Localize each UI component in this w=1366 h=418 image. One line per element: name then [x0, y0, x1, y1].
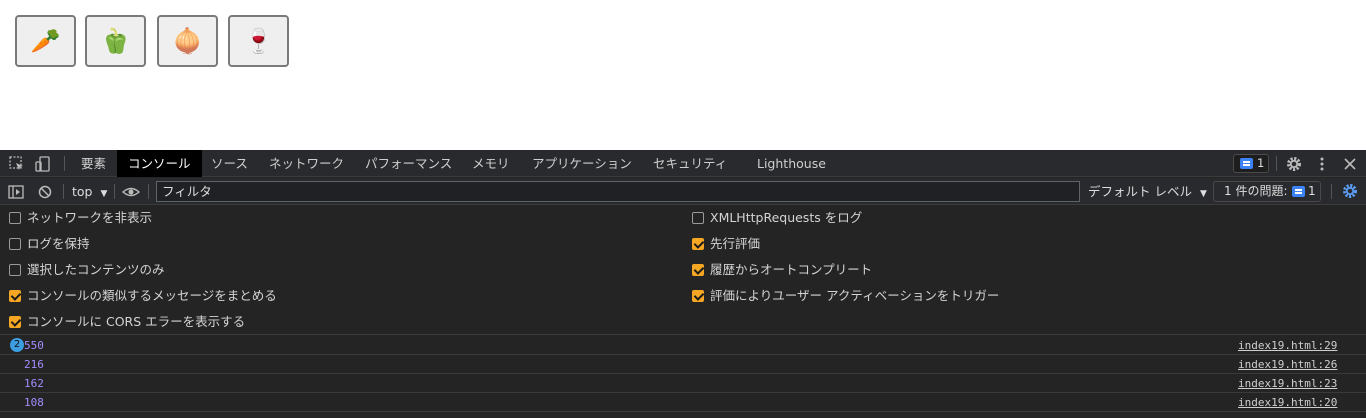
message-value: 550	[24, 339, 44, 352]
console-message: 216 index19.html:26	[0, 355, 1366, 374]
repeat-count-badge: 2	[10, 338, 24, 352]
checkbox[interactable]	[9, 212, 21, 224]
bell-pepper-icon: 🫑	[100, 27, 131, 55]
option-label: 評価によりユーザー アクティベーションをトリガー	[710, 288, 1000, 303]
onion-button[interactable]: 🧅	[157, 15, 218, 67]
option-label: コンソールに CORS エラーを表示する	[27, 314, 246, 329]
context-select[interactable]: top ▼	[72, 178, 107, 205]
carrot-button[interactable]: 🥕	[15, 15, 76, 67]
checkbox[interactable]	[9, 264, 21, 276]
tab-sources[interactable]: ソース	[200, 150, 259, 177]
eye-icon[interactable]	[121, 183, 141, 201]
tab-network[interactable]: ネットワーク	[258, 150, 355, 177]
issue-chat-icon	[1292, 186, 1305, 197]
option-label: コンソールの類似するメッセージをまとめる	[27, 288, 277, 303]
console-toolbar: top ▼ フィルタ デフォルト レベル ▼ 1 件の問題: 1	[0, 178, 1366, 205]
tab-application[interactable]: アプリケーション	[521, 150, 643, 177]
checkbox[interactable]	[692, 290, 704, 302]
checkbox[interactable]	[9, 316, 21, 328]
issue-counter-count: 1	[1308, 184, 1316, 198]
issues-chat-icon	[1240, 158, 1253, 169]
option-label: XMLHttpRequests をログ	[710, 210, 863, 225]
console-settings-gear-icon[interactable]	[1341, 182, 1359, 200]
checkbox[interactable]	[9, 238, 21, 250]
message-value: 108	[24, 396, 44, 409]
sidebar-toggle-icon[interactable]	[7, 183, 25, 201]
log-level-value: デフォルト レベル	[1088, 184, 1192, 199]
filter-input[interactable]: フィルタ	[156, 181, 1080, 202]
issues-badge-count: 1	[1257, 156, 1265, 170]
tab-lighthouse[interactable]: Lighthouse	[746, 150, 837, 177]
bell-pepper-button[interactable]: 🫑	[85, 15, 146, 67]
console-message: 2 550 index19.html:29	[0, 336, 1366, 355]
clear-console-icon[interactable]	[36, 183, 54, 201]
option-label: ネットワークを非表示	[27, 210, 153, 225]
close-icon[interactable]	[1341, 155, 1359, 173]
option-label: 履歴からオートコンプリート	[710, 262, 873, 277]
tab-elements[interactable]: 要素	[70, 150, 117, 177]
console-settings: ネットワークを非表示 ログを保持 選択したコンテンツのみ コンソールの類似するメ…	[0, 206, 1366, 335]
carrot-icon: 🥕	[30, 27, 61, 55]
wine-glass-icon: 🍷	[243, 27, 274, 55]
onion-icon: 🧅	[172, 27, 203, 55]
devtools-panel: 要素 コンソール ソース ネットワーク パフォーマンス メモリ アプリケーション…	[0, 150, 1366, 418]
tab-performance[interactable]: パフォーマンス	[354, 150, 463, 177]
checkbox[interactable]	[9, 290, 21, 302]
page-content: 🥕 🫑 🧅 🍷	[0, 0, 1366, 150]
source-link[interactable]: index19.html:26	[1238, 358, 1337, 371]
source-link[interactable]: index19.html:20	[1238, 396, 1337, 409]
message-value: 162	[24, 377, 44, 390]
console-messages: 2 550 index19.html:29 216 index19.html:2…	[0, 336, 1366, 418]
chevron-down-icon: ▼	[100, 189, 108, 199]
tab-console[interactable]: コンソール	[117, 150, 202, 177]
issue-counter-label: 1 件の問題:	[1224, 184, 1288, 198]
context-select-value: top	[72, 184, 93, 199]
log-level-select[interactable]: デフォルト レベル ▼	[1088, 178, 1207, 205]
option-label: 先行評価	[710, 236, 761, 251]
issue-counter[interactable]: 1 件の問題: 1	[1213, 181, 1321, 202]
console-message: 108 index19.html:20	[0, 393, 1366, 412]
more-options-icon[interactable]	[1313, 155, 1331, 173]
checkbox[interactable]	[692, 264, 704, 276]
console-message: 162 index19.html:23	[0, 374, 1366, 393]
chevron-down-icon: ▼	[1199, 189, 1207, 199]
inspect-element-icon[interactable]	[8, 155, 26, 173]
option-label: ログを保持	[27, 236, 90, 251]
tab-memory[interactable]: メモリ	[461, 150, 521, 177]
wine-glass-button[interactable]: 🍷	[228, 15, 289, 67]
source-link[interactable]: index19.html:29	[1238, 339, 1337, 352]
checkbox[interactable]	[692, 212, 704, 224]
tab-security[interactable]: セキュリティ	[642, 150, 738, 177]
devtools-tabbar: 要素 コンソール ソース ネットワーク パフォーマンス メモリ アプリケーション…	[0, 150, 1366, 177]
device-toolbar-icon[interactable]	[34, 155, 52, 173]
source-link[interactable]: index19.html:23	[1238, 377, 1337, 390]
issues-badge[interactable]: 1	[1233, 154, 1269, 173]
checkbox[interactable]	[692, 238, 704, 250]
option-label: 選択したコンテンツのみ	[27, 262, 165, 277]
gear-icon[interactable]	[1285, 155, 1303, 173]
message-value: 216	[24, 358, 44, 371]
